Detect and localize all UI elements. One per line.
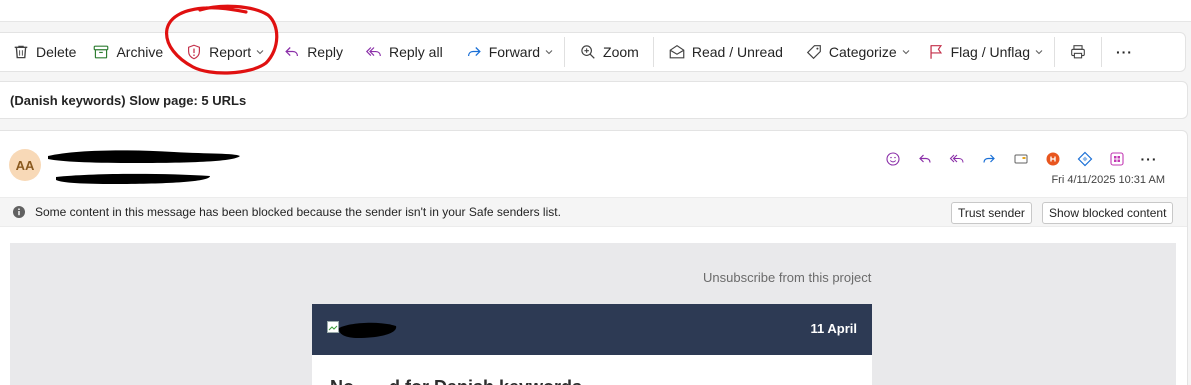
avatar[interactable]: AA <box>9 149 41 181</box>
printer-icon <box>1071 45 1085 59</box>
reply-all-icon <box>949 154 964 163</box>
redacted-sender-email <box>56 173 210 184</box>
toolbar-divider <box>1053 37 1055 67</box>
shield-alert-icon <box>188 44 201 60</box>
message-toolbar: Delete Archive Report Reply Reply all Fo… <box>0 32 1186 72</box>
message-more-label: ··· <box>1140 151 1158 167</box>
archive-label: Archive <box>116 44 164 60</box>
email-heading: No.......d for Danish keywords <box>330 377 582 385</box>
reply-all-label: Reply all <box>388 44 443 60</box>
redacted-sender-name <box>48 150 240 163</box>
zoom-button[interactable]: Zoom <box>571 37 647 67</box>
categorize-label: Categorize <box>828 44 897 60</box>
flag-label: Flag / Unflag <box>950 44 1030 60</box>
top-strip <box>0 0 1191 22</box>
outlook-reading-pane: Delete Archive Report Reply Reply all Fo… <box>0 0 1191 385</box>
trust-sender-button[interactable]: Trust sender <box>951 202 1032 224</box>
reply-all-icon-button[interactable] <box>941 147 973 171</box>
forward-label: Forward <box>488 44 541 60</box>
forward-icon <box>467 47 481 57</box>
flag-button[interactable]: Flag / Unflag <box>919 37 1038 67</box>
forward-icon <box>983 154 995 163</box>
diamond-icon <box>1077 151 1093 167</box>
delete-button[interactable]: Delete <box>4 37 84 67</box>
reply-all-button[interactable]: Reply all <box>357 37 451 67</box>
chevron-down-icon <box>902 50 909 55</box>
flag-icon <box>930 45 942 59</box>
zoom-label: Zoom <box>603 44 639 60</box>
read-unread-button[interactable]: Read / Unread <box>660 37 791 67</box>
info-icon <box>13 206 25 218</box>
blocked-notice-text: Some content in this message has been bl… <box>35 205 561 219</box>
categorize-dropdown[interactable] <box>901 37 915 67</box>
show-blocked-content-button[interactable]: Show blocked content <box>1042 202 1174 224</box>
banner-date: 11 April <box>810 321 857 336</box>
addin-card-button[interactable] <box>1005 147 1037 171</box>
more-label: ··· <box>1115 44 1133 60</box>
report-button[interactable]: Report <box>177 37 259 67</box>
reply-button[interactable]: Reply <box>275 37 351 67</box>
tag-icon <box>806 45 821 60</box>
apps-button[interactable] <box>1101 147 1133 171</box>
message-more-button[interactable]: ··· <box>1133 147 1165 171</box>
reply-all-icon <box>365 47 381 57</box>
apps-icon <box>1110 152 1124 166</box>
forward-dropdown[interactable] <box>544 37 558 67</box>
addin-blue-button[interactable] <box>1069 147 1101 171</box>
redacted-logo <box>338 322 397 338</box>
subject-bar: (Danish keywords) Slow page: 5 URLs <box>0 81 1188 119</box>
toolbar-divider <box>652 37 654 67</box>
delete-label: Delete <box>36 44 77 60</box>
read-unread-label: Read / Unread <box>691 44 783 60</box>
smiley-icon <box>886 152 900 166</box>
toolbar-divider <box>1100 37 1102 67</box>
email-content-panel: No.......d for Danish keywords <box>312 355 872 385</box>
unsubscribe-link[interactable]: Unsubscribe from this project <box>703 270 871 285</box>
message-card: AA ··· Fri 4/11/2025 10:31 AM Some conte… <box>0 130 1188 385</box>
reply-icon <box>919 154 931 163</box>
forward-icon-button[interactable] <box>973 147 1005 171</box>
email-body: Unsubscribe from this project 11 April N… <box>10 243 1176 385</box>
message-actions: ··· <box>877 147 1165 171</box>
subject-text: (Danish keywords) Slow page: 5 URLs <box>10 92 247 108</box>
categorize-button[interactable]: Categorize <box>797 37 905 67</box>
report-label: Report <box>209 44 252 60</box>
reaction-button[interactable] <box>877 147 909 171</box>
print-button[interactable] <box>1061 37 1095 67</box>
archive-button[interactable]: Archive <box>84 37 171 67</box>
trash-icon <box>14 45 28 59</box>
report-dropdown[interactable] <box>255 37 269 67</box>
more-actions-button[interactable]: ··· <box>1108 37 1141 67</box>
chevron-down-icon <box>1035 50 1043 55</box>
flag-dropdown[interactable] <box>1034 37 1048 67</box>
received-date: Fri 4/11/2025 10:31 AM <box>1051 174 1165 186</box>
chevron-down-icon <box>545 50 553 55</box>
forward-button[interactable]: Forward <box>457 37 548 67</box>
reply-label: Reply <box>307 44 343 60</box>
envelope-open-icon <box>669 44 685 59</box>
reply-icon-button[interactable] <box>909 147 941 171</box>
card-icon <box>1014 154 1028 164</box>
blocked-content-bar: Some content in this message has been bl… <box>0 197 1187 227</box>
zoom-icon <box>581 45 595 59</box>
archive-icon <box>94 45 109 59</box>
toolbar-divider <box>564 37 566 67</box>
addin-orange-button[interactable] <box>1037 147 1069 171</box>
chevron-down-icon <box>256 50 264 55</box>
reply-icon <box>285 47 299 57</box>
email-banner: 11 April <box>312 304 872 355</box>
addin-badge-icon <box>1046 152 1060 166</box>
